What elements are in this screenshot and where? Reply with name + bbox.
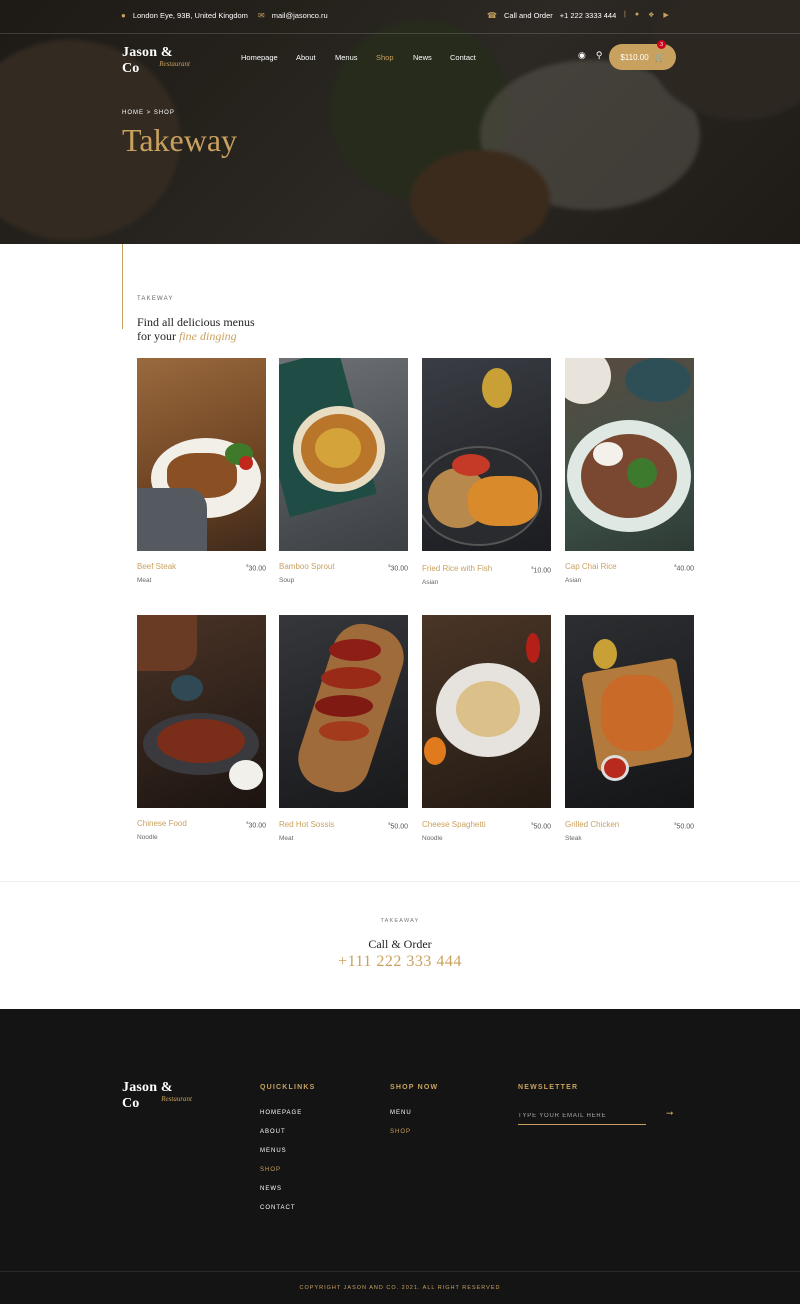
product-card[interactable]: Grilled Chicken $50.00 Steak <box>565 615 694 842</box>
arrow-right-icon[interactable]: ➞ <box>666 1108 674 1119</box>
section-divider <box>122 244 123 329</box>
separator: | <box>624 11 626 18</box>
footer-link-about[interactable]: ABOUT <box>260 1129 286 1135</box>
call-order[interactable]: ☎ Call and Order +1 222 3333 444 <box>487 11 616 20</box>
product-card[interactable]: Chinese Food $30.00 Noodle <box>137 615 266 841</box>
product-image[interactable] <box>137 358 266 551</box>
product-card[interactable]: Red Hot Sossis $50.00 Meat <box>279 615 408 842</box>
search-icon[interactable]: ⚲ <box>596 50 603 61</box>
footer-link-news[interactable]: NEWS <box>260 1186 282 1192</box>
footer-link-shop[interactable]: SHOP <box>260 1167 281 1173</box>
product-image[interactable] <box>565 615 694 808</box>
phone-icon: ☎ <box>487 11 497 20</box>
newsletter-email-input[interactable] <box>518 1107 646 1125</box>
breadcrumb: HOME > SHOP <box>122 110 175 116</box>
email-link[interactable]: ✉ mail@jasonco.ru <box>258 11 328 20</box>
product-image[interactable] <box>422 358 551 551</box>
copyright: COPYRIGHT JASON AND CO. 2021. ALL RIGHT … <box>299 1285 501 1291</box>
footer-logo[interactable]: Jason & Co Restaurant <box>122 1080 192 1112</box>
product-image[interactable] <box>422 615 551 808</box>
youtube-icon[interactable]: ▶ <box>663 11 668 19</box>
nav-news[interactable]: News <box>413 53 432 62</box>
product-card[interactable]: Cap Chai Rice $40.00 Asian <box>565 358 694 584</box>
cart-button[interactable]: $110.00 🛒 3 <box>609 40 676 70</box>
nav-homepage[interactable]: Homepage <box>241 53 278 62</box>
address: ● London Eye, 93B, United Kingdom <box>121 11 248 20</box>
product-card[interactable]: Cheese Spaghetti $50.00 Noodle <box>422 615 551 842</box>
top-bar: ● London Eye, 93B, United Kingdom ✉ mail… <box>0 0 800 34</box>
hero-banner: ● London Eye, 93B, United Kingdom ✉ mail… <box>0 0 800 244</box>
product-card[interactable]: Bamboo Sprout $30.00 Soup <box>279 358 408 584</box>
social-links: | ● ❖ ▶ <box>624 11 669 19</box>
call-order-label: TAKEAWAY <box>380 918 420 924</box>
product-image[interactable] <box>137 615 266 808</box>
nav-about[interactable]: About <box>296 53 316 62</box>
footer-divider <box>0 1271 800 1272</box>
quicklinks-title: QUICKLINKS <box>260 1084 316 1091</box>
call-order-phone[interactable]: +111 222 333 444 <box>0 953 800 971</box>
logo[interactable]: Jason & Co Restaurant <box>122 45 190 77</box>
product-card[interactable]: Beef Steak $30.00 Meat <box>137 358 266 584</box>
product-image[interactable] <box>279 615 408 808</box>
section-title: Find all delicious menus for your fine d… <box>137 315 255 343</box>
footer <box>0 1009 800 1304</box>
map-pin-icon: ● <box>121 11 126 20</box>
cart-count-badge: 3 <box>657 40 666 49</box>
newsletter-title: NEWSLETTER <box>518 1084 579 1091</box>
nav-contact[interactable]: Contact <box>450 53 476 62</box>
product-card[interactable]: Fried Rice with Fish $10.00 Asian <box>422 358 551 586</box>
footer-link-contact[interactable]: CONTACT <box>260 1205 296 1211</box>
mail-icon: ✉ <box>258 11 265 20</box>
cart-icon: 🛒 <box>654 52 665 62</box>
shop-now-title: SHOP NOW <box>390 1084 439 1091</box>
header-icons: ◉ ⚲ <box>578 50 602 61</box>
divider <box>0 881 800 882</box>
section-label: TAKEWAY <box>137 296 174 302</box>
facebook-icon[interactable]: ● <box>635 11 639 19</box>
user-icon[interactable]: ◉ <box>578 50 586 61</box>
product-image[interactable] <box>565 358 694 551</box>
footer-link-menus[interactable]: MENUS <box>260 1148 287 1154</box>
call-order-title: Call & Order <box>368 937 432 951</box>
product-image[interactable] <box>279 358 408 551</box>
footer-link-menu[interactable]: MENU <box>390 1110 412 1116</box>
twitter-icon[interactable]: ❖ <box>648 11 654 19</box>
nav-menus[interactable]: Menus <box>335 53 358 62</box>
nav-shop[interactable]: Shop <box>376 53 394 62</box>
footer-link-homepage[interactable]: HOMEPAGE <box>260 1110 302 1116</box>
page-title: Takeway <box>122 122 238 158</box>
footer-link-shop-now[interactable]: SHOP <box>390 1129 411 1135</box>
